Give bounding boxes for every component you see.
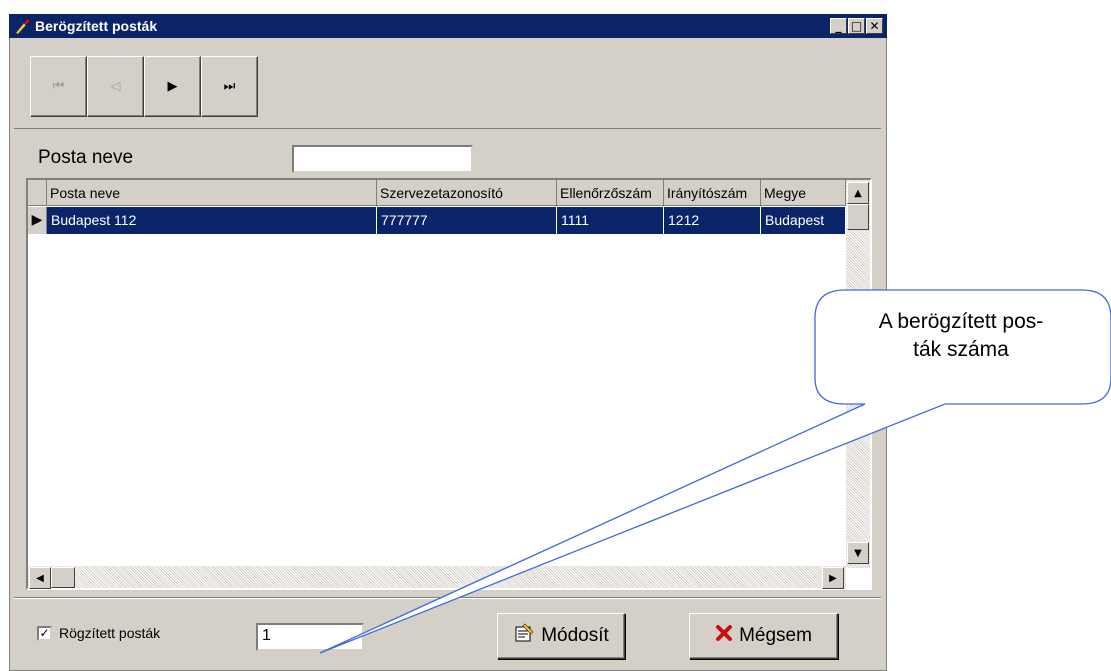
callout-line-2: ták száma (913, 338, 1009, 361)
callout-line-1: A berögzített pos- (878, 310, 1044, 333)
callout-text: A berögzített pos- ták száma (830, 308, 1092, 364)
